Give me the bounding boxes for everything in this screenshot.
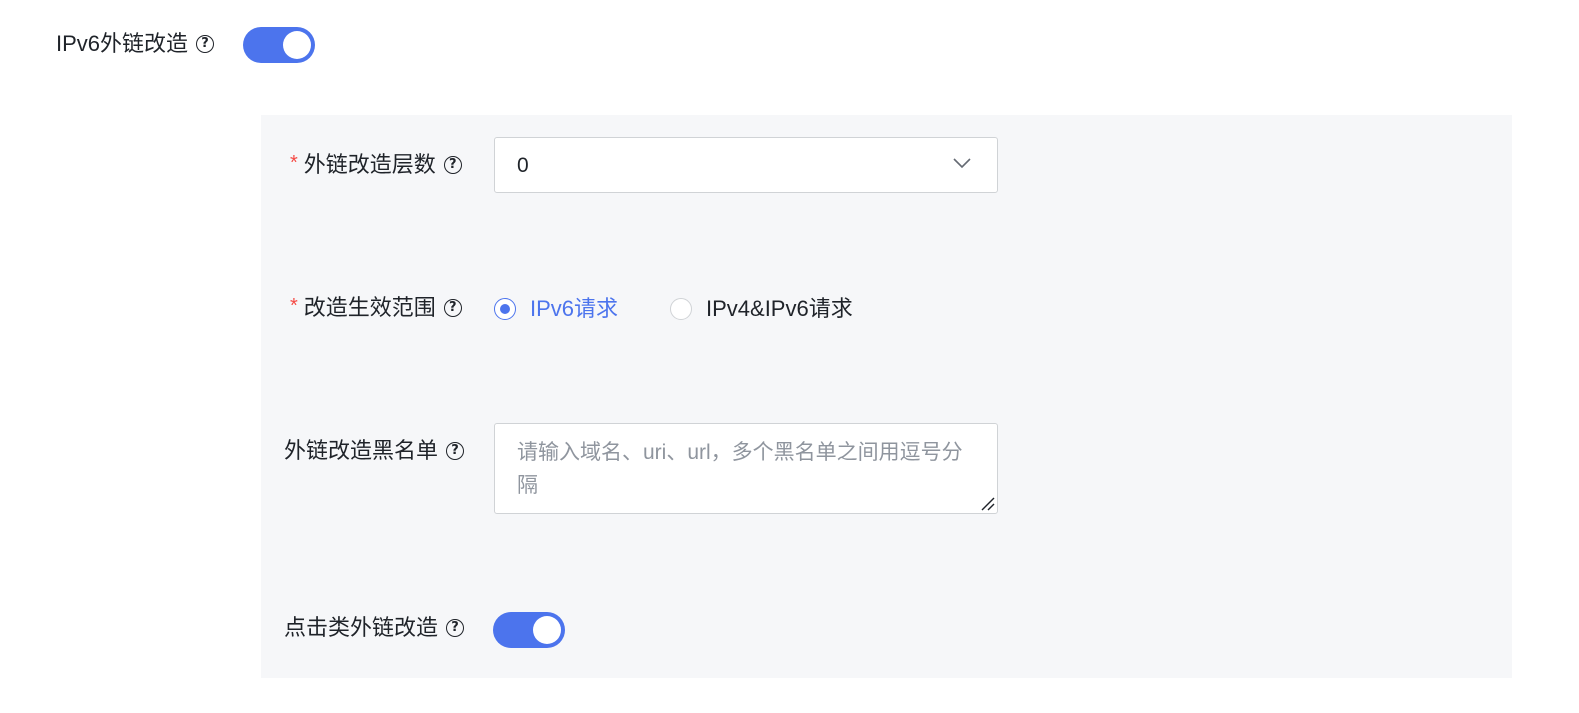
question-circle-icon[interactable]: ?	[446, 619, 465, 637]
scope-label: 改造生效范围	[303, 295, 436, 320]
required-mark: *	[290, 295, 298, 317]
click-link-label: 点击类外链改造	[284, 615, 439, 640]
toggle-knob	[283, 31, 311, 59]
rewrite-depth-label: 外链改造层数	[303, 152, 436, 177]
ipv6-link-row-label: IPv6外链改造 ?	[56, 29, 215, 59]
click-link-row-label: 点击类外链改造 ?	[284, 613, 465, 643]
question-circle-icon[interactable]: ?	[446, 442, 465, 460]
question-circle-icon[interactable]: ?	[443, 299, 462, 317]
ipv6-link-label: IPv6外链改造	[56, 31, 189, 56]
sub-settings-panel	[261, 115, 1512, 678]
scope-radio-ipv6[interactable]: IPv6请求	[494, 294, 618, 324]
scope-row-label: * 改造生效范围 ?	[290, 293, 462, 323]
scope-radio-ipv4-ipv6[interactable]: IPv4&IPv6请求	[670, 294, 853, 324]
radio-circle	[670, 298, 692, 320]
question-circle-icon[interactable]: ?	[196, 35, 215, 53]
scope-option-label: IPv4&IPv6请求	[706, 296, 853, 321]
toggle-knob	[533, 616, 561, 644]
scope-option-label: IPv6请求	[530, 296, 619, 321]
resize-grip-icon[interactable]	[979, 495, 995, 511]
chevron-down-icon	[953, 158, 971, 169]
ipv6-link-toggle[interactable]	[243, 27, 315, 63]
ipv6-link-settings: IPv6外链改造 ? * 外链改造层数 ? 0 * 改造生效范围 ? IPv6请…	[0, 0, 1579, 713]
question-circle-icon[interactable]: ?	[443, 156, 462, 174]
blacklist-row-label: 外链改造黑名单 ?	[284, 436, 465, 466]
blacklist-placeholder: 请输入域名、uri、url，多个黑名单之间用逗号分隔	[517, 441, 963, 497]
blacklist-label: 外链改造黑名单	[284, 438, 439, 463]
rewrite-depth-row-label: * 外链改造层数 ?	[290, 150, 462, 180]
blacklist-textarea[interactable]: 请输入域名、uri、url，多个黑名单之间用逗号分隔	[494, 423, 998, 514]
click-link-toggle[interactable]	[493, 612, 565, 648]
required-mark: *	[290, 152, 298, 174]
rewrite-depth-select[interactable]: 0	[494, 137, 998, 193]
rewrite-depth-value: 0	[517, 154, 529, 177]
radio-circle-checked	[494, 298, 516, 320]
